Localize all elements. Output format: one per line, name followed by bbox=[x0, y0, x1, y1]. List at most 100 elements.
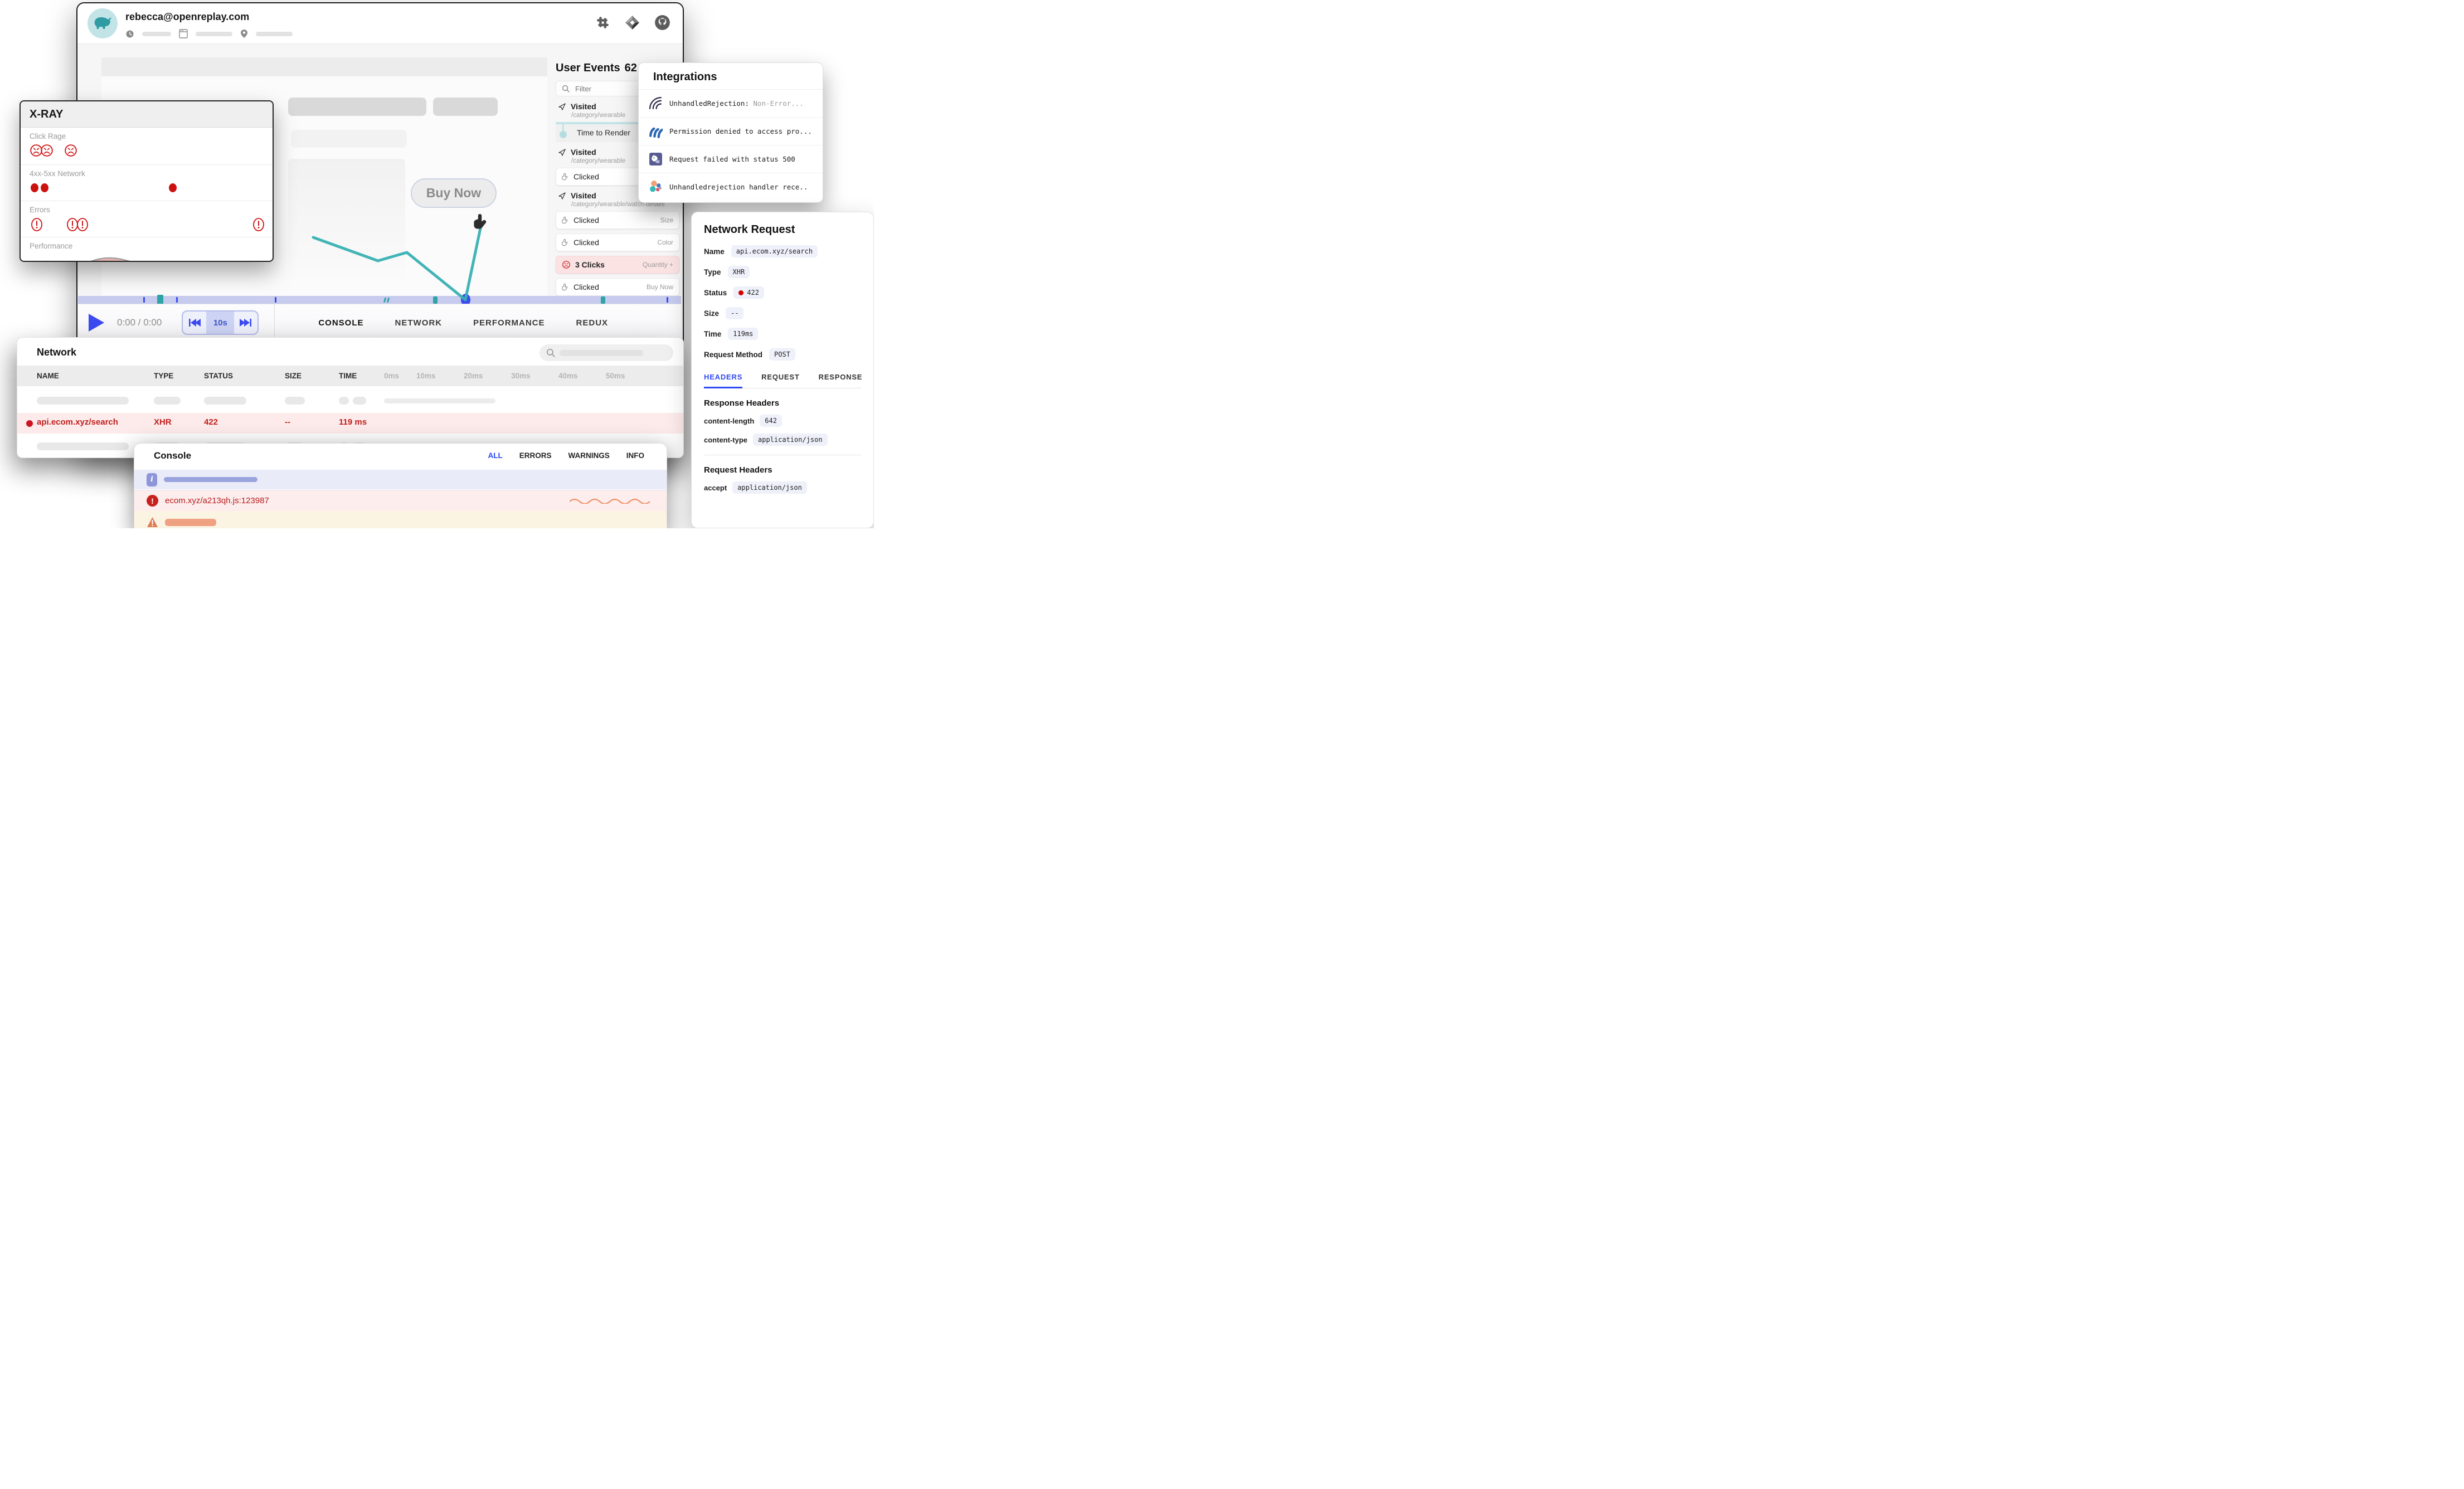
integration-row-elastic[interactable]: Unhandledrejection handler rece.. bbox=[639, 173, 823, 201]
network-row-skeleton[interactable] bbox=[17, 391, 683, 411]
integration-detail: Non-Error... bbox=[754, 99, 804, 108]
timeline-quote-marker bbox=[387, 298, 390, 303]
jira-icon[interactable] bbox=[625, 15, 640, 30]
col-time[interactable]: TIME bbox=[339, 372, 357, 380]
play-button[interactable] bbox=[88, 313, 105, 332]
integration-row-datadog[interactable]: Request failed with status 500 bbox=[639, 145, 823, 173]
network-table-header: NAME TYPE STATUS SIZE TIME 0ms 10ms 20ms… bbox=[17, 366, 683, 386]
console-row-warning[interactable] bbox=[134, 511, 667, 528]
skip-forward-button[interactable] bbox=[234, 312, 257, 334]
skip-interval-label[interactable]: 10s bbox=[206, 312, 234, 334]
name-label: Name bbox=[704, 247, 725, 256]
buy-now-label: Buy Now bbox=[426, 186, 481, 201]
playback-time: 0:00 / 0:00 bbox=[117, 317, 162, 328]
tab-response[interactable]: RESPONSE bbox=[819, 373, 863, 388]
field-type: Type XHR bbox=[704, 266, 861, 278]
tab-performance[interactable]: PERFORMANCE bbox=[473, 318, 545, 328]
timeline-event-marker[interactable] bbox=[433, 296, 438, 304]
buy-now-button[interactable]: Buy Now bbox=[411, 178, 497, 208]
integration-shortcut-icons bbox=[595, 14, 670, 31]
xray-performance-section[interactable]: Performance bbox=[21, 237, 273, 262]
xray-title: X-RAY bbox=[21, 101, 273, 128]
tab-info[interactable]: INFO bbox=[626, 451, 644, 460]
tab-errors[interactable]: ERRORS bbox=[519, 451, 552, 460]
header-row: content-length 642 bbox=[704, 415, 861, 427]
event-type: Visited bbox=[571, 148, 596, 157]
event-target: Size bbox=[660, 216, 673, 224]
skeleton-bar bbox=[204, 397, 246, 405]
console-row-error[interactable]: ! ecom.xyz/a213qh.js:123987 bbox=[134, 490, 667, 511]
integration-row-bugsnag[interactable]: Permission denied to access pro... bbox=[639, 118, 823, 145]
col-status[interactable]: STATUS bbox=[204, 372, 233, 380]
size-value: -- bbox=[726, 307, 743, 319]
click-hand-icon bbox=[562, 283, 569, 291]
cursor-hand-icon bbox=[473, 213, 490, 232]
event-target: Buy Now bbox=[647, 283, 673, 291]
skeleton-bar bbox=[339, 397, 349, 405]
devtools-tabs: CONSOLE NETWORK PERFORMANCE REDUX bbox=[318, 318, 608, 328]
integration-row-sentry[interactable]: UnhandledRejection: Non-Error... bbox=[639, 90, 823, 118]
tab-network[interactable]: NETWORK bbox=[395, 318, 443, 328]
skip-control-group: 10s bbox=[182, 310, 259, 335]
integration-label: Unhandledrejection handler rece.. bbox=[669, 183, 808, 191]
type-value: XHR bbox=[728, 266, 750, 278]
method-value: POST bbox=[769, 348, 795, 361]
tab-request[interactable]: REQUEST bbox=[761, 373, 799, 388]
event-clicked-size[interactable]: Clicked Size bbox=[556, 211, 679, 229]
network-row-error[interactable]: api.ecom.xyz/search XHR 422 -- 119 ms bbox=[17, 413, 683, 434]
user-events-title: User Events 62 bbox=[556, 62, 637, 75]
search-icon bbox=[546, 348, 555, 357]
tick-10ms: 10ms bbox=[416, 372, 436, 380]
field-name: Name api.ecom.xyz/search bbox=[704, 245, 861, 257]
xray-network-section[interactable]: 4xx-5xx Network bbox=[21, 165, 273, 201]
replay-timeline[interactable] bbox=[78, 296, 681, 304]
rage-click-icon bbox=[562, 260, 571, 269]
event-rage-clicks[interactable]: 3 Clicks Quantity + bbox=[556, 256, 679, 274]
header-value: application/json bbox=[732, 481, 807, 494]
event-type: Clicked bbox=[574, 216, 599, 225]
event-target: Color bbox=[657, 239, 673, 246]
timeline-event-marker[interactable] bbox=[601, 296, 605, 304]
rhino-icon bbox=[93, 15, 112, 32]
xray-click-rage-section[interactable]: Click Rage bbox=[21, 128, 273, 165]
request-size: -- bbox=[285, 417, 290, 427]
integrations-title: Integrations bbox=[639, 63, 823, 90]
duration-skeleton bbox=[142, 32, 171, 36]
search-placeholder-skeleton bbox=[560, 350, 643, 356]
tab-headers[interactable]: HEADERS bbox=[704, 373, 742, 388]
tab-warnings[interactable]: WARNINGS bbox=[568, 451, 610, 460]
bugsnag-icon bbox=[649, 124, 663, 138]
type-label: Type bbox=[704, 268, 721, 276]
network-search-box[interactable] bbox=[540, 344, 673, 361]
error-icon: ! bbox=[147, 495, 158, 507]
tick-50ms: 50ms bbox=[606, 372, 625, 380]
request-name: api.ecom.xyz/search bbox=[37, 417, 118, 427]
event-clicked-buy-now[interactable]: Clicked Buy Now bbox=[556, 278, 679, 296]
col-name[interactable]: NAME bbox=[37, 372, 59, 380]
errors-label: Errors bbox=[30, 206, 264, 214]
status-badge: 422 bbox=[733, 286, 764, 299]
skeleton-bar bbox=[154, 397, 181, 405]
event-clicked-color[interactable]: Clicked Color bbox=[556, 233, 679, 251]
col-type[interactable]: TYPE bbox=[154, 372, 173, 380]
event-type: Time to Render bbox=[577, 128, 630, 137]
timeline-event-tick bbox=[667, 297, 668, 303]
error-dot bbox=[26, 420, 33, 427]
console-row-info[interactable]: i bbox=[134, 470, 667, 489]
event-type: Visited bbox=[571, 191, 596, 200]
tab-redux[interactable]: REDUX bbox=[576, 318, 609, 328]
network-error-dot bbox=[169, 183, 177, 192]
integration-message: Unhandledrejection handler rece.. bbox=[669, 183, 808, 191]
tab-all[interactable]: ALL bbox=[488, 451, 502, 460]
github-icon[interactable] bbox=[654, 14, 670, 31]
integrations-panel: Integrations UnhandledRejection: Non-Err… bbox=[638, 62, 823, 203]
player-divider bbox=[274, 304, 275, 341]
slack-icon[interactable] bbox=[595, 15, 610, 30]
skip-back-button[interactable] bbox=[183, 312, 206, 334]
col-size[interactable]: SIZE bbox=[285, 372, 302, 380]
warning-icon bbox=[147, 517, 158, 528]
tab-console[interactable]: CONSOLE bbox=[318, 318, 363, 328]
timeline-event-tick bbox=[275, 297, 276, 303]
header-row: accept application/json bbox=[704, 481, 861, 494]
xray-errors-section[interactable]: Errors bbox=[21, 201, 273, 237]
